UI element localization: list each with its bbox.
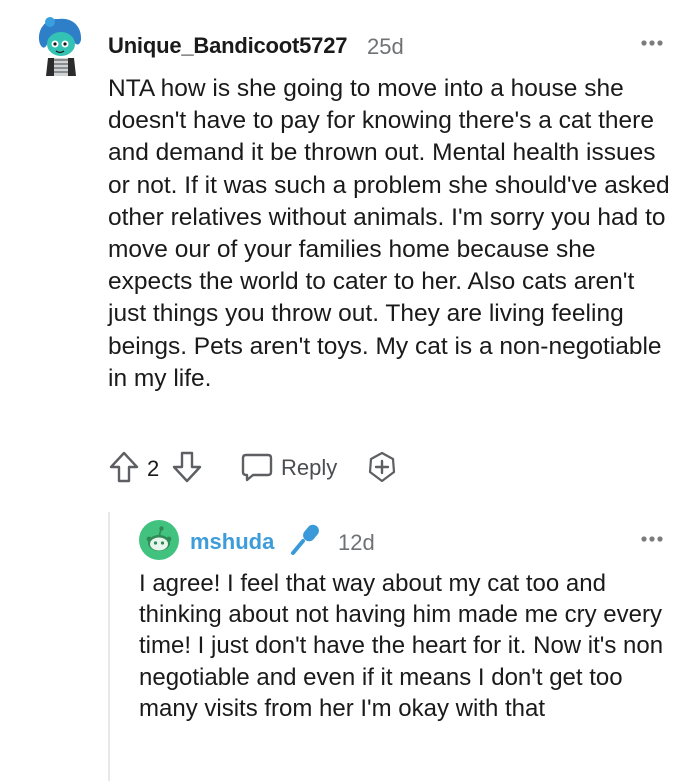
reply-avatar[interactable] [139,520,179,560]
microphone-icon [288,520,324,556]
reply-bubble-icon[interactable] [240,452,274,482]
thread-line[interactable] [108,512,110,781]
downvote-icon[interactable] [171,450,203,484]
comment-author[interactable]: Unique_Bandicoot5727 [108,33,347,59]
reply-body: I agree! I feel that way about my cat to… [139,570,664,722]
more-options-icon[interactable] [640,36,664,50]
avatar[interactable] [34,14,90,76]
reply-timestamp: 12d [338,530,375,555]
reply-button[interactable]: Reply [281,455,337,481]
comment-timestamp: 25d [367,34,404,59]
more-options-icon[interactable] [640,532,664,546]
reply-author[interactable]: mshuda [190,529,274,555]
vote-score: 2 [147,456,160,481]
upvote-icon[interactable] [108,450,140,484]
award-plus-icon[interactable] [366,451,398,483]
comment-body: NTA how is she going to move into a hous… [108,75,670,392]
